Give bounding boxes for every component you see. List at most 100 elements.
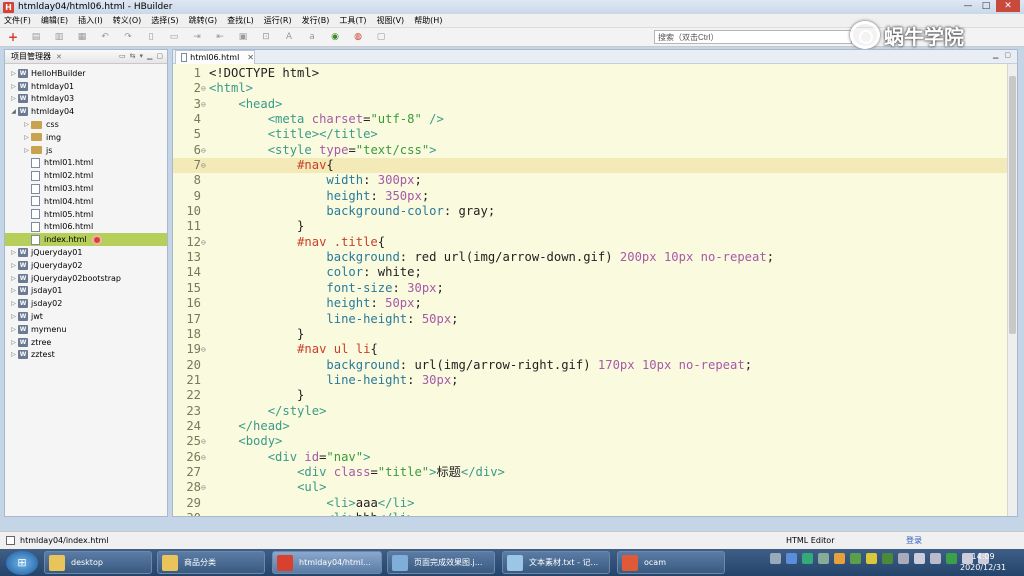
tree-item[interactable]: ▷ Wjsday01 — [5, 285, 167, 298]
tree-item[interactable]: index.html — [5, 233, 167, 247]
task-hbuilder[interactable]: htmlday04/html... — [272, 551, 382, 574]
login-link[interactable]: 登录 — [906, 535, 922, 546]
panel-menu-icon[interactable]: ▾ — [139, 52, 143, 60]
fold-marker-icon[interactable] — [201, 388, 209, 403]
tree-item[interactable]: ▷ Wjwt — [5, 310, 167, 323]
tab-html06[interactable]: html06.html ✕ — [175, 50, 255, 64]
menu-select[interactable]: 选择(S) — [151, 15, 178, 26]
panel-minimize-icon[interactable]: ▁ — [147, 52, 152, 60]
search-input[interactable] — [654, 30, 852, 44]
menu-edit[interactable]: 编辑(E) — [41, 15, 68, 26]
start-button[interactable]: ⊞ — [6, 550, 38, 575]
code-line[interactable]: 26 ⊖ <div id="nav"> — [173, 450, 1017, 465]
save-all-icon[interactable]: ▥ — [52, 30, 66, 44]
menu-publish[interactable]: 发行(B) — [302, 15, 330, 26]
tray-icon[interactable] — [802, 553, 813, 564]
collapse-arrow-icon[interactable]: ▷ — [9, 95, 18, 102]
fold-marker-icon[interactable]: ⊖ — [201, 480, 209, 495]
fold-marker-icon[interactable]: ⊖ — [201, 97, 209, 112]
collapse-arrow-icon[interactable]: ▷ — [9, 300, 18, 307]
code-line[interactable]: 1 <!DOCTYPE html> — [173, 66, 1017, 81]
browser-icon[interactable]: ◍ — [351, 30, 365, 44]
fold-marker-icon[interactable] — [201, 265, 209, 280]
collapse-arrow-icon[interactable]: ▷ — [9, 70, 18, 77]
tray-icon[interactable] — [818, 553, 829, 564]
maximize-button[interactable]: □ — [978, 0, 994, 12]
tray-icon[interactable] — [882, 553, 893, 564]
task-desktop[interactable]: desktop — [44, 551, 152, 574]
font-increase-icon[interactable]: A — [282, 30, 296, 44]
fold-marker-icon[interactable] — [201, 127, 209, 142]
code-line[interactable]: 18 } — [173, 327, 1017, 342]
fold-marker-icon[interactable] — [201, 173, 209, 188]
menu-goto[interactable]: 跳转(G) — [189, 15, 217, 26]
menu-tools[interactable]: 工具(T) — [339, 15, 366, 26]
collapse-arrow-icon[interactable]: ▷ — [22, 134, 31, 141]
menu-file[interactable]: 文件(F) — [4, 15, 31, 26]
undo-icon[interactable]: ↶ — [98, 30, 112, 44]
print-icon[interactable]: ▦ — [75, 30, 89, 44]
tree-item[interactable]: html02.html — [5, 169, 167, 182]
fold-marker-icon[interactable] — [201, 312, 209, 327]
fold-marker-icon[interactable] — [201, 112, 209, 127]
collapse-arrow-icon[interactable]: ▷ — [9, 275, 18, 282]
tree-item[interactable]: ▷ WjQueryday02 — [5, 259, 167, 272]
tab-close-icon[interactable]: ✕ — [247, 53, 254, 62]
code-area[interactable]: 1 <!DOCTYPE html> 2 ⊖ <html> 3 ⊖ <head> 4 <meta… — [173, 64, 1017, 516]
run-icon[interactable]: ◉ — [328, 30, 342, 44]
tree-item[interactable]: ▷ WjQueryday02bootstrap — [5, 272, 167, 285]
comment-icon[interactable]: ▯ — [144, 30, 158, 44]
minimize-button[interactable]: — — [960, 0, 976, 12]
tree-item[interactable]: html04.html — [5, 195, 167, 208]
fold-marker-icon[interactable] — [201, 250, 209, 265]
code-line[interactable]: 14 color: white; — [173, 265, 1017, 280]
fold-marker-icon[interactable] — [201, 419, 209, 434]
tree-item[interactable]: ▷ css — [5, 118, 167, 131]
code-line[interactable]: 5 <title></title> — [173, 127, 1017, 142]
volume-icon[interactable] — [930, 553, 941, 564]
tree-item[interactable]: ▷ WjQueryday01 — [5, 246, 167, 259]
panel-close-icon[interactable]: ✕ — [56, 53, 62, 61]
fold-marker-icon[interactable]: ⊖ — [201, 235, 209, 250]
code-line[interactable]: 6 ⊖ <style type="text/css"> — [173, 143, 1017, 158]
collapse-arrow-icon[interactable]: ▷ — [22, 121, 31, 128]
tree-item[interactable]: html01.html — [5, 157, 167, 170]
code-line[interactable]: 10 background-color: gray; — [173, 204, 1017, 219]
fold-marker-icon[interactable] — [201, 327, 209, 342]
task-notepad[interactable]: 文本素材.txt - 记... — [502, 551, 610, 574]
code-line[interactable]: 17 line-height: 50px; — [173, 312, 1017, 327]
fold-marker-icon[interactable] — [201, 219, 209, 234]
tray-icon[interactable] — [898, 553, 909, 564]
fold-marker-icon[interactable]: ⊖ — [201, 81, 209, 96]
fold-marker-icon[interactable]: ⊖ — [201, 434, 209, 449]
editor-minimize-icon[interactable]: ▁ — [993, 51, 998, 59]
code-line[interactable]: 30 <li>bbb</li> — [173, 511, 1017, 516]
menu-escape[interactable]: 转义(O) — [113, 15, 142, 26]
link-editor-icon[interactable]: ⇆ — [130, 52, 136, 60]
fold-marker-icon[interactable] — [201, 66, 209, 81]
tree-item[interactable]: ◢ Whtmlday04 — [5, 105, 167, 118]
code-line[interactable]: 11 } — [173, 219, 1017, 234]
menu-run[interactable]: 运行(R) — [264, 15, 292, 26]
help-icon[interactable] — [786, 553, 797, 564]
fold-marker-icon[interactable] — [201, 404, 209, 419]
collapse-arrow-icon[interactable]: ▷ — [9, 83, 18, 90]
code-line[interactable]: 15 font-size: 30px; — [173, 281, 1017, 296]
fold-marker-icon[interactable] — [201, 296, 209, 311]
network-icon[interactable] — [914, 553, 925, 564]
fold-marker-icon[interactable] — [201, 204, 209, 219]
code-line[interactable]: 2 ⊖ <html> — [173, 81, 1017, 96]
fold-marker-icon[interactable] — [201, 281, 209, 296]
collapse-arrow-icon[interactable]: ▷ — [9, 287, 18, 294]
tree-item[interactable]: ▷ Whtmlday03 — [5, 93, 167, 106]
calendar-icon[interactable] — [946, 553, 957, 564]
code-line[interactable]: 16 height: 50px; — [173, 296, 1017, 311]
editor-maximize-icon[interactable]: ▢ — [1004, 51, 1011, 59]
tree-item[interactable]: ▷ W HelloHBuilder — [5, 67, 167, 80]
code-line[interactable]: 9 height: 350px; — [173, 189, 1017, 204]
fold-marker-icon[interactable] — [201, 511, 209, 516]
collapse-arrow-icon[interactable]: ▷ — [9, 326, 18, 333]
code-line[interactable]: 7 ⊖ #nav{ — [173, 158, 1017, 174]
tree-item[interactable]: ▷ Whtmlday01 — [5, 80, 167, 93]
tree-item[interactable]: ▷ Wjsday02 — [5, 297, 167, 310]
